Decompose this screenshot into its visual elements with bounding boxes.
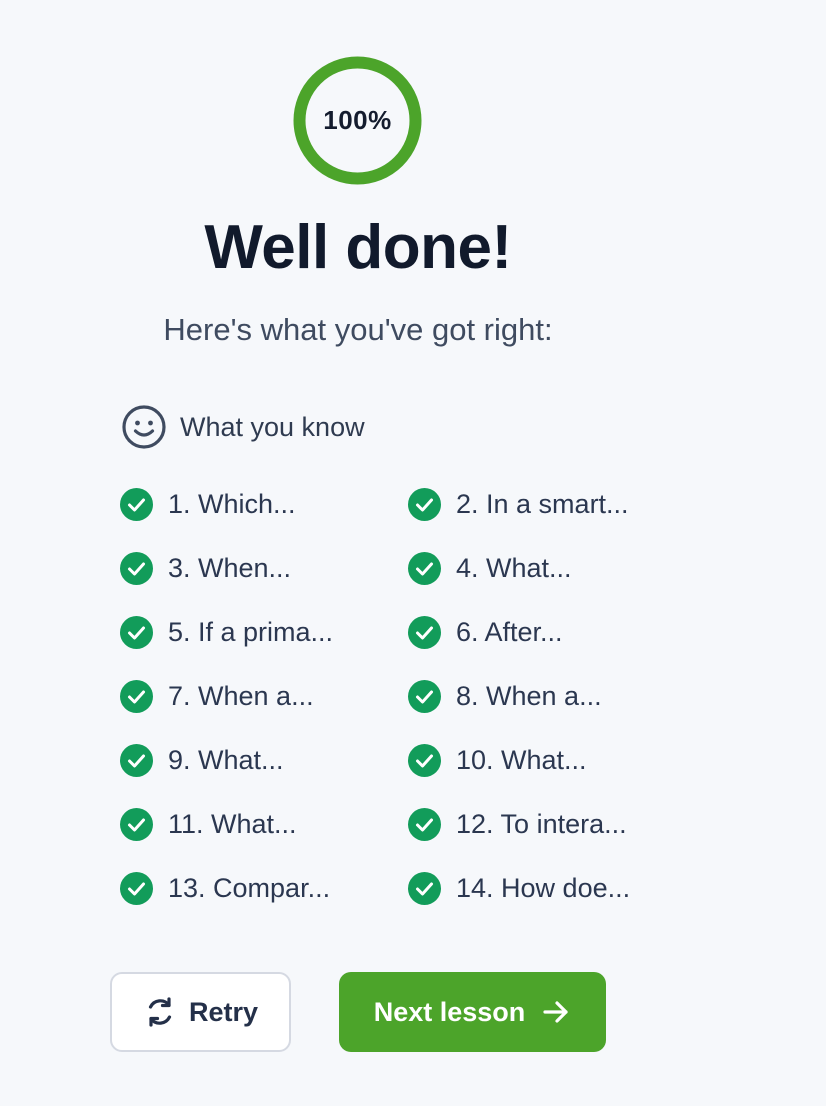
result-item: 7. When a... <box>120 678 314 714</box>
result-item: 13. Compar... <box>120 870 330 906</box>
result-item: 1. Which... <box>120 486 296 522</box>
arrow-right-icon <box>543 1001 568 1023</box>
section-header: What you know <box>121 404 365 450</box>
result-item-label: 10. What... <box>456 744 587 775</box>
score-ring: 100% <box>293 56 422 185</box>
result-item-label: 3. When... <box>168 552 292 583</box>
check-circle-icon <box>120 551 153 585</box>
next-lesson-label: Next lesson <box>373 996 526 1027</box>
check-circle-icon <box>408 807 441 841</box>
result-item-label: 2. In a smart... <box>456 488 629 519</box>
result-item-label: 13. Compar... <box>168 872 331 903</box>
result-item: 2. In a smart... <box>408 486 629 522</box>
result-item: 4. What... <box>408 550 572 586</box>
result-item: 9. What... <box>120 742 284 778</box>
result-item: 14. How doe... <box>408 870 630 906</box>
result-item: 6. After... <box>408 614 563 650</box>
result-item: 12. To intera... <box>408 806 627 842</box>
result-item-label: 4. What... <box>456 552 572 583</box>
check-circle-icon <box>120 615 153 649</box>
page-title: Well done! <box>204 213 512 282</box>
check-circle-icon <box>408 615 441 649</box>
check-circle-icon <box>408 487 441 521</box>
check-circle-icon <box>408 871 441 905</box>
result-item: 10. What... <box>408 742 587 778</box>
retry-label: Retry <box>188 996 259 1027</box>
result-item: 3. When... <box>120 550 291 586</box>
check-circle-icon <box>408 679 441 713</box>
result-item-label: 9. What... <box>168 744 284 775</box>
check-circle-icon <box>408 743 441 777</box>
section-label: What you know <box>180 411 365 442</box>
result-item-label: 5. If a prima... <box>168 616 334 647</box>
result-item: 11. What... <box>120 806 297 842</box>
result-item-label: 6. After... <box>456 616 563 647</box>
score-percentage: 100% <box>323 105 392 135</box>
check-circle-icon <box>120 807 153 841</box>
check-circle-icon <box>120 679 153 713</box>
result-item-label: 8. When a... <box>456 680 602 711</box>
result-item: 5. If a prima... <box>120 614 333 650</box>
result-item: 8. When a... <box>408 678 602 714</box>
result-item-label: 11. What... <box>168 808 297 839</box>
next-lesson-button[interactable]: Next lesson <box>339 972 606 1052</box>
retry-button[interactable]: Retry <box>110 972 291 1052</box>
result-item-label: 12. To intera... <box>456 808 627 839</box>
smile-icon <box>122 405 166 449</box>
result-item-label: 1. Which... <box>168 488 296 519</box>
check-circle-icon <box>120 487 153 521</box>
check-circle-icon <box>408 551 441 585</box>
refresh-icon <box>148 997 172 1027</box>
check-circle-icon <box>120 871 153 905</box>
result-item-label: 14. How doe... <box>456 872 631 903</box>
check-circle-icon <box>120 743 153 777</box>
result-item-label: 7. When a... <box>168 680 314 711</box>
page-subtitle: Here's what you've got right: <box>163 312 553 347</box>
